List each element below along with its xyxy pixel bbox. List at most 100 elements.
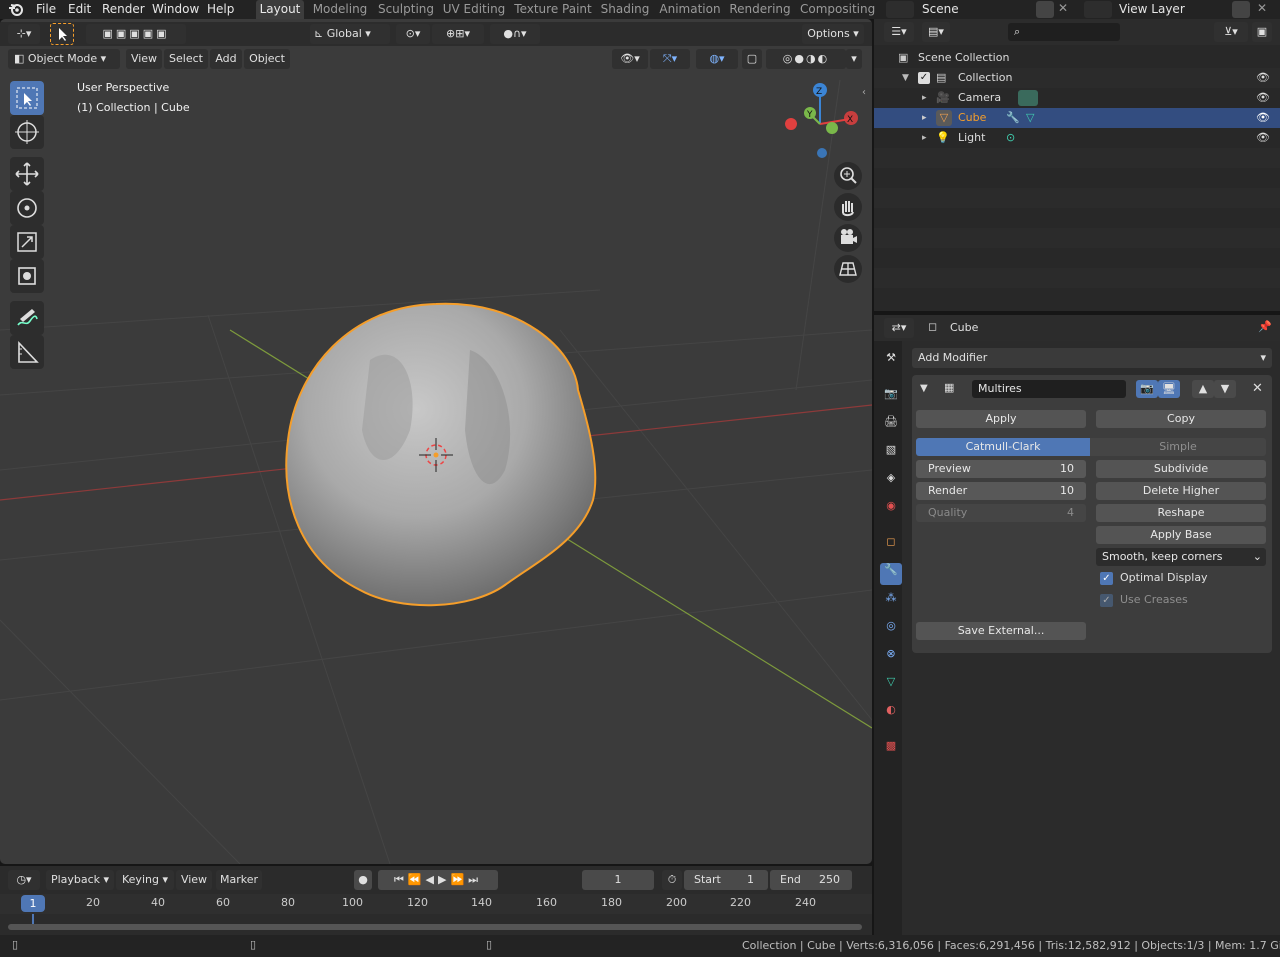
outliner-row-cube[interactable]: ▸ ▽ Cube 🔧 ▽ 👁 xyxy=(874,108,1280,128)
expand-arrow-icon[interactable]: ▸ xyxy=(922,128,927,148)
scene-name[interactable]: Scene xyxy=(922,1,959,18)
tool-select-box[interactable] xyxy=(10,81,44,115)
move-down-icon[interactable]: ▼ xyxy=(1214,380,1236,398)
outliner-search-input[interactable]: ⌕ xyxy=(1008,23,1120,41)
record-icon[interactable]: ● xyxy=(354,870,372,890)
menu-select[interactable]: Select xyxy=(164,49,208,69)
reshape-button[interactable]: Reshape xyxy=(1096,504,1266,522)
expand-arrow-icon[interactable]: ▼ xyxy=(902,68,909,88)
timeline-ruler[interactable]: 1 20 40 60 80 100 120 140 160 180 200 22… xyxy=(0,894,872,914)
stopwatch-icon[interactable]: ⏱ xyxy=(662,870,682,890)
menu-window[interactable]: Window xyxy=(152,1,199,18)
constraints-tab-icon[interactable]: ⊗ xyxy=(880,647,902,669)
view-layer-tab-icon[interactable]: ▧ xyxy=(880,443,902,465)
render-tab-icon[interactable]: 📷 xyxy=(880,387,902,409)
texture-tab-icon[interactable]: ▩ xyxy=(880,739,902,761)
outliner-row-camera[interactable]: ▸ 🎥 Camera 👁 xyxy=(874,88,1280,108)
tab-shading[interactable]: Shading xyxy=(598,0,652,19)
menu-file[interactable]: File xyxy=(36,1,56,18)
eye-icon[interactable]: 👁 xyxy=(1256,68,1270,88)
preview-levels-field[interactable]: Preview 10 xyxy=(916,460,1086,478)
copy-button[interactable]: Copy xyxy=(1096,410,1266,428)
tab-sculpting[interactable]: Sculpting xyxy=(376,0,436,19)
pin-icon[interactable]: 📌 xyxy=(1258,320,1272,333)
camera-data-icon[interactable] xyxy=(1018,90,1038,106)
simple-toggle[interactable]: Simple xyxy=(1090,438,1266,456)
end-frame-field[interactable]: End 250 xyxy=(770,870,852,890)
tool-scale[interactable] xyxy=(10,225,44,259)
pivot-icon[interactable]: ⊙▾ xyxy=(396,24,430,44)
timeline-scrollbar[interactable] xyxy=(8,924,862,930)
3d-viewport[interactable]: ⊹▾ ▣▣▣▣▣ ⊾ Global ▾ ⊙▾ ⊕⊞▾ ●∩▾ Options ▾… xyxy=(0,19,872,864)
viewport-toggle-icon[interactable]: 🖥 xyxy=(1158,380,1180,398)
options-dropdown[interactable]: Options ▾ xyxy=(802,24,864,44)
modifier-tab-icon[interactable]: 🔧 xyxy=(880,563,902,585)
catmull-clark-toggle[interactable]: Catmull-Clark xyxy=(916,438,1090,456)
checkbox-icon[interactable]: ✓ xyxy=(918,72,930,84)
view-layer-new-icon[interactable] xyxy=(1232,1,1250,18)
output-tab-icon[interactable]: 🖨 xyxy=(880,415,902,437)
shading-dropdown-icon[interactable]: ▾ xyxy=(846,49,862,69)
tool-tab-icon[interactable]: ⚒ xyxy=(880,351,902,373)
view-layer-name[interactable]: View Layer xyxy=(1119,1,1185,18)
tab-layout[interactable]: Layout xyxy=(256,0,304,19)
modifier-wrench-icon[interactable]: 🔧 xyxy=(1006,108,1020,128)
tab-compositing[interactable]: Compositing xyxy=(800,0,875,19)
render-toggle-icon[interactable]: 📷 xyxy=(1136,380,1158,398)
menu-view[interactable]: View xyxy=(176,870,212,890)
outliner-row-light[interactable]: ▸ 💡 Light ⊙ 👁 xyxy=(874,128,1280,148)
tool-move[interactable] xyxy=(10,157,44,191)
playback-controls[interactable]: ⏮⏪◀▶⏩⏭ xyxy=(378,870,498,890)
tool-annotate[interactable] xyxy=(10,301,44,335)
select-box-tool-icon[interactable] xyxy=(50,23,74,45)
menu-edit[interactable]: Edit xyxy=(68,1,91,18)
tab-texture-paint[interactable]: Texture Paint xyxy=(514,0,592,19)
uv-smooth-dropdown[interactable]: Smooth, keep corners ⌄ xyxy=(1096,548,1266,566)
camera-view-icon[interactable] xyxy=(834,224,862,252)
current-frame-field[interactable]: 1 xyxy=(582,870,654,890)
gizmo-toggle-icon[interactable]: ⤧▾ xyxy=(650,49,690,69)
scene-selector-icon[interactable] xyxy=(886,1,914,18)
world-tab-icon[interactable]: ◉ xyxy=(880,499,902,521)
expand-arrow-icon[interactable]: ▸ xyxy=(922,108,927,128)
menu-marker[interactable]: Marker xyxy=(216,870,262,890)
add-modifier-dropdown[interactable]: Add Modifier ▾ xyxy=(912,348,1272,368)
menu-help[interactable]: Help xyxy=(207,1,234,18)
outliner-row-scene-collection[interactable]: ▣ Scene Collection xyxy=(874,48,1280,68)
proportional-edit-icon[interactable]: ●∩▾ xyxy=(490,24,540,44)
remove-modifier-icon[interactable]: ✕ xyxy=(1252,381,1263,396)
object-tab-icon[interactable]: ◻ xyxy=(880,535,902,557)
tab-uv-editing[interactable]: UV Editing xyxy=(442,0,506,19)
apply-base-button[interactable]: Apply Base xyxy=(1096,526,1266,544)
navigation-gizmo[interactable]: Z Y X xyxy=(780,79,860,159)
tool-rotate[interactable] xyxy=(10,191,44,225)
scene-tab-icon[interactable]: ◈ xyxy=(880,471,902,493)
selection-mode-icons[interactable]: ▣▣▣▣▣ xyxy=(86,24,186,44)
perspective-toggle-icon[interactable] xyxy=(834,255,862,283)
orientation-dropdown[interactable]: ⊾ Global ▾ xyxy=(310,24,390,44)
physics-tab-icon[interactable]: ◎ xyxy=(880,619,902,641)
tool-transform[interactable] xyxy=(10,259,44,293)
sidebar-toggle-icon[interactable]: ‹ xyxy=(862,87,866,98)
collapse-arrow-icon[interactable]: ▼ xyxy=(920,383,928,394)
expand-arrow-icon[interactable]: ▸ xyxy=(922,88,927,108)
modifier-name-input[interactable]: Multires xyxy=(972,380,1126,398)
material-tab-icon[interactable]: ◐ xyxy=(880,703,902,725)
keying-dropdown[interactable]: Keying ▾ xyxy=(116,870,174,890)
timeline-editor-type-icon[interactable]: ◷▾ xyxy=(8,870,40,890)
shading-modes-icons[interactable]: ◎●◑◐ xyxy=(766,49,846,69)
start-frame-field[interactable]: Start 1 xyxy=(684,870,768,890)
save-external-button[interactable]: Save External... xyxy=(916,622,1086,640)
tab-modeling[interactable]: Modeling xyxy=(310,0,370,19)
editor-type-icon[interactable]: ⊹▾ xyxy=(8,24,40,44)
pan-hand-icon[interactable] xyxy=(834,193,862,221)
move-up-icon[interactable]: ▲ xyxy=(1192,380,1214,398)
playback-dropdown[interactable]: Playback ▾ xyxy=(46,870,114,890)
apply-button[interactable]: Apply xyxy=(916,410,1086,428)
filter-icon[interactable]: ⊻▾ xyxy=(1214,22,1248,42)
menu-object[interactable]: Object xyxy=(244,49,290,69)
particles-tab-icon[interactable]: ⁂ xyxy=(880,591,902,613)
eye-icon[interactable]: 👁 xyxy=(1256,128,1270,148)
display-mode-icon[interactable]: ▤▾ xyxy=(922,22,950,42)
eye-icon[interactable]: 👁 xyxy=(1256,108,1270,128)
